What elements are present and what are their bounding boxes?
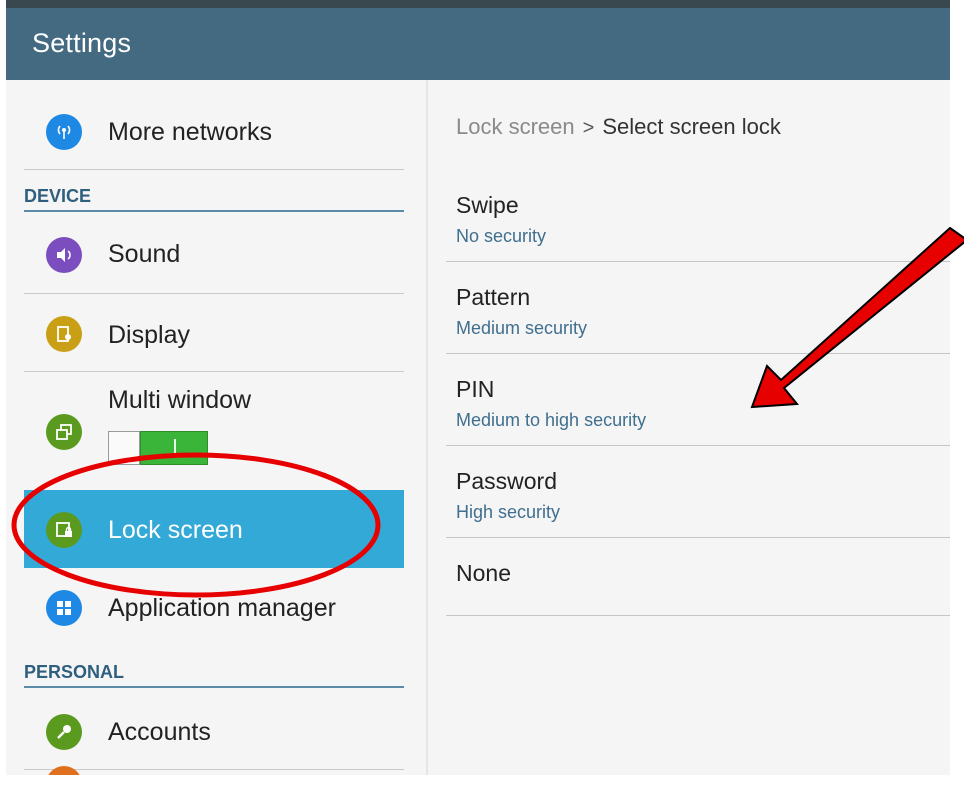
section-header-personal: PERSONAL (24, 660, 404, 688)
sidebar-item-more-networks[interactable]: More networks (24, 92, 404, 170)
option-password[interactable]: Password High security (446, 446, 950, 538)
sidebar-item-lock-screen[interactable]: Lock screen (24, 490, 404, 568)
option-none[interactable]: None (446, 538, 950, 616)
sidebar-item-display[interactable]: Display (24, 294, 404, 372)
speaker-icon (46, 237, 82, 273)
section-header-device: DEVICE (24, 184, 404, 212)
breadcrumb-parent[interactable]: Lock screen (456, 114, 575, 139)
breadcrumb: Lock screen > Select screen lock (456, 114, 781, 140)
multi-window-icon (46, 414, 82, 450)
display-icon (46, 316, 82, 352)
antenna-icon (46, 114, 82, 150)
option-subtitle: Medium to high security (456, 410, 647, 430)
sidebar-item-label: More networks (108, 118, 272, 146)
action-bar: Settings (6, 8, 950, 80)
grid-icon (46, 590, 82, 626)
sidebar-item-accounts[interactable]: Accounts (24, 692, 404, 770)
option-title: PIN (456, 376, 495, 402)
option-subtitle: Medium security (456, 318, 588, 338)
option-title: Swipe (456, 192, 519, 218)
multi-window-toggle[interactable] (108, 431, 208, 465)
app-title: Settings (32, 28, 132, 58)
option-title: Pattern (456, 284, 531, 310)
sidebar-item-label: Lock screen (108, 516, 243, 544)
sidebar-item-label: Accounts (108, 718, 211, 746)
sidebar-item-sound[interactable]: Sound (24, 216, 404, 294)
option-subtitle: No security (456, 226, 547, 246)
settings-sidebar: More networks DEVICE Sound Display Multi… (6, 80, 426, 775)
breadcrumb-current: Select screen lock (602, 114, 781, 139)
option-title: None (456, 560, 511, 586)
option-pattern[interactable]: Pattern Medium security (446, 262, 950, 354)
status-bar (6, 0, 950, 8)
option-title: Password (456, 468, 557, 494)
option-pin[interactable]: PIN Medium to high security (446, 354, 950, 446)
sidebar-item-application-manager[interactable]: Application manager (24, 568, 404, 646)
sidebar-item-label: Sound (108, 240, 181, 268)
sidebar-item-label: Application manager (108, 594, 336, 622)
option-swipe[interactable]: Swipe No security (446, 170, 950, 262)
chevron-right-icon: > (582, 117, 595, 139)
sidebar-item-multi-window[interactable]: Multi window (24, 372, 404, 490)
sidebar-item-label: Multi window (108, 386, 252, 414)
tablet-screen: Settings More networks DEVICE Sound Disp… (6, 0, 950, 775)
lock-screen-icon (46, 512, 82, 548)
key-icon (46, 714, 82, 750)
detail-pane: Lock screen > Select screen lock Swipe No … (428, 80, 950, 775)
sidebar-item-label: Display (108, 321, 190, 349)
toggle-thumb (174, 439, 176, 457)
option-subtitle: High security (456, 502, 561, 522)
toggle-off-side (108, 431, 140, 465)
